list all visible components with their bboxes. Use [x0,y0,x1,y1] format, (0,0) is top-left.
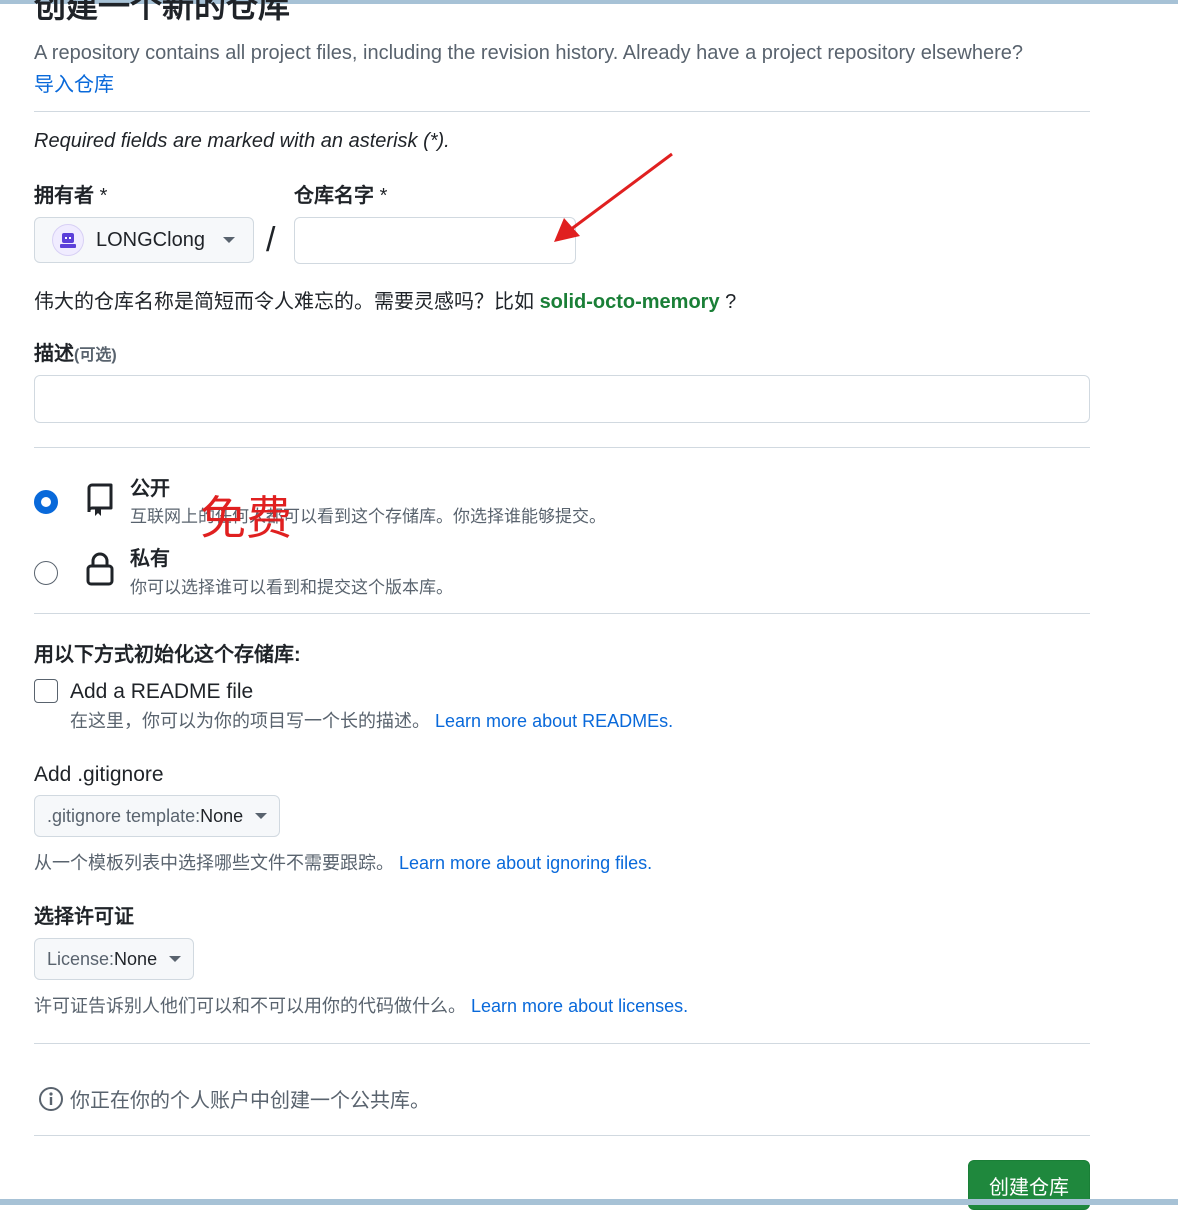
readme-desc: 在这里，你可以为你的项目写一个长的描述。 [70,711,430,731]
repo-name-label: 仓库名字 * [294,183,387,209]
visibility-info-text: 你正在你的个人账户中创建一个公共库。 [70,1090,430,1112]
description-label: 描述(可选) [34,341,117,369]
repo-name-label-text: 仓库名字 [294,185,374,207]
hint-suffix: ? [725,291,737,313]
private-description: 你可以选择谁可以看到和提交这个版本库。 [130,578,453,597]
repo-name-input[interactable] [294,217,576,264]
owner-name: LONGClong [96,228,205,251]
license-select-key: License: [47,948,115,969]
gitignore-help: 从一个模板列表中选择哪些文件不需要跟踪。 Learn more about ig… [34,851,652,875]
license-select-value: None [114,948,158,969]
required-asterisk: * [99,185,108,207]
visibility-info: 你正在你的个人账户中创建一个公共库。 [38,1084,430,1113]
gitignore-select-value: None [200,805,244,826]
gitignore-label: Add .gitignore [34,763,164,786]
required-asterisk: * [379,185,388,207]
avatar [52,224,84,256]
page-title: 创建一个新的仓库 [34,0,291,24]
page-subtitle: A repository contains all project files,… [34,42,1024,64]
owner-select[interactable]: LONGClong [34,217,254,263]
hint-text: 伟大的仓库名称是简短而令人难忘的。需要灵感吗？比如 [34,291,534,313]
readme-checkbox[interactable] [34,679,58,703]
bottom-window-border [0,1199,1178,1205]
owner-label-text: 拥有者 [34,185,94,207]
gitignore-select-key: .gitignore template: [47,805,201,826]
divider [34,1135,1090,1136]
free-annotation: 免费 [200,491,292,545]
gitignore-desc: 从一个模板列表中选择哪些文件不需要跟踪。 [34,853,394,873]
readme-learn-more-link[interactable]: Learn more about READMEs. [435,711,673,731]
lock-icon [86,552,114,586]
annotation-arrow-icon [554,152,673,242]
divider [34,111,1090,112]
readme-label[interactable]: Add a README file [70,678,253,706]
name-suggestion[interactable]: solid-octo-memory [540,291,720,313]
import-repository-link[interactable]: 导入仓库 [34,72,114,98]
required-fields-note: Required fields are marked with an aster… [34,130,450,152]
init-heading: 用以下方式初始化这个存储库: [34,644,301,666]
description-label-text: 描述 [34,343,74,365]
description-input[interactable] [34,375,1090,423]
optional-tag: (可选) [74,347,117,364]
chevron-down-icon [223,237,235,243]
license-desc: 许可证告诉别人他们可以和不可以用你的代码做什么。 [34,996,466,1016]
chevron-down-icon [169,956,182,962]
divider [34,447,1090,448]
divider [34,1043,1090,1044]
public-radio[interactable] [34,490,58,514]
owner-label: 拥有者 * [34,183,107,209]
owner-repo-separator: / [266,221,276,259]
private-title: 私有 [130,548,170,570]
repo-icon [87,483,113,516]
gitignore-learn-more-link[interactable]: Learn more about ignoring files. [399,853,652,873]
license-select[interactable]: License: None [34,938,195,980]
readme-help: 在这里，你可以为你的项目写一个长的描述。 Learn more about RE… [70,709,673,733]
gitignore-select[interactable]: .gitignore template: None [34,795,281,837]
license-label: 选择许可证 [34,906,134,928]
license-help: 许可证告诉别人他们可以和不可以用你的代码做什么。 Learn more abou… [34,994,688,1018]
chevron-down-icon [255,813,268,819]
public-title: 公开 [130,478,170,500]
info-icon [39,1086,63,1111]
private-radio[interactable] [34,561,58,585]
license-learn-more-link[interactable]: Learn more about licenses. [471,996,688,1016]
divider [34,613,1090,614]
repo-name-hint: 伟大的仓库名称是简短而令人难忘的。需要灵感吗？比如 solid-octo-mem… [34,289,736,315]
